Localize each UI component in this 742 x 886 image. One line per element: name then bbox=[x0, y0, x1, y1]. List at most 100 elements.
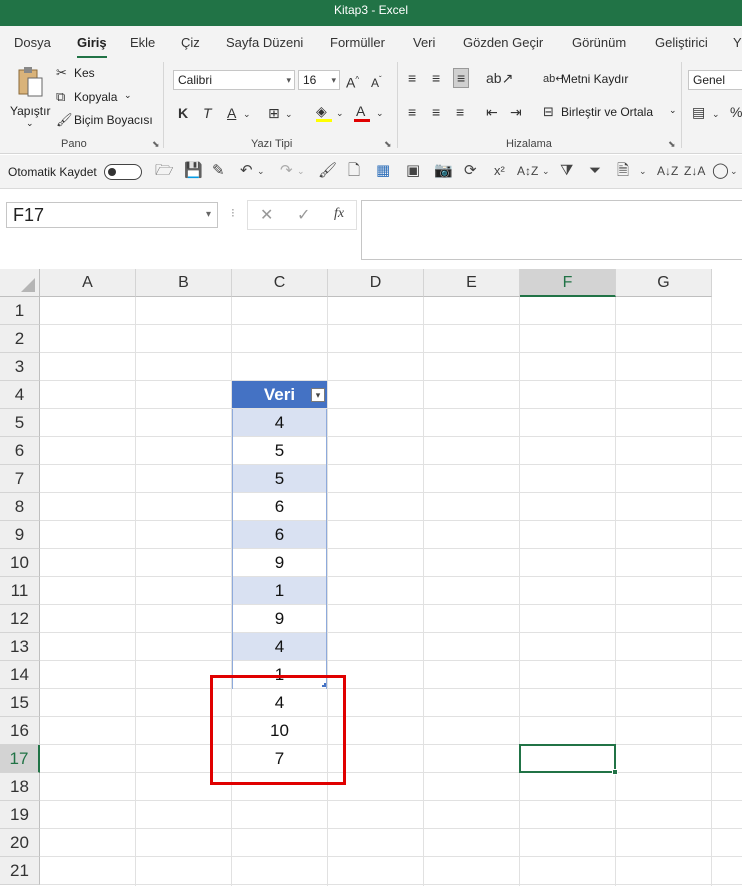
grid-icon[interactable]: ▦ bbox=[376, 163, 390, 179]
tab-gorunum[interactable]: Görünüm bbox=[572, 35, 626, 50]
row-header-19[interactable]: 19 bbox=[0, 801, 40, 829]
sort-descending-icon[interactable]: Z↓A bbox=[684, 163, 705, 179]
sort-ascending-icon[interactable]: A↓Z bbox=[657, 163, 678, 179]
table-data-cell[interactable]: 4 bbox=[232, 633, 327, 660]
save-icon[interactable]: 💾 bbox=[184, 163, 203, 179]
format-painter-button[interactable]: 🖌 Biçim Boyacısı bbox=[56, 112, 156, 130]
row-header-16[interactable]: 16 bbox=[0, 717, 40, 745]
row-header-17[interactable]: 17 bbox=[0, 745, 40, 773]
row-header-14[interactable]: 14 bbox=[0, 661, 40, 689]
dialog-launcher-icon[interactable]: ⬊ bbox=[668, 139, 676, 150]
row-header-2[interactable]: 2 bbox=[0, 325, 40, 353]
tab-sayfa-duzeni[interactable]: Sayfa Düzeni bbox=[226, 35, 303, 50]
tab-veri[interactable]: Veri bbox=[413, 35, 435, 50]
align-center-icon[interactable]: ≡ bbox=[432, 104, 440, 120]
cancel-icon[interactable]: ✕ bbox=[260, 205, 273, 225]
chevron-down-icon[interactable]: ⌄ bbox=[257, 163, 265, 179]
refresh-icon[interactable]: ⟳ bbox=[464, 163, 477, 179]
chevron-down-icon[interactable]: ⌄ bbox=[712, 106, 720, 122]
column-header-d[interactable]: D bbox=[328, 269, 424, 297]
accounting-format-icon[interactable]: ▤ bbox=[692, 104, 705, 120]
table-data-cell[interactable]: 9 bbox=[232, 549, 327, 576]
increase-indent-icon[interactable]: ⇥ bbox=[510, 104, 522, 120]
superscript-icon[interactable]: x² bbox=[494, 163, 505, 179]
table-data-cell[interactable]: 5 bbox=[232, 465, 327, 492]
percent-icon[interactable]: % bbox=[730, 104, 742, 120]
row-header-6[interactable]: 6 bbox=[0, 437, 40, 465]
row-header-1[interactable]: 1 bbox=[0, 297, 40, 325]
table-data-cell[interactable]: 5 bbox=[232, 437, 327, 464]
column-header-g[interactable]: G bbox=[616, 269, 712, 297]
tab-dosya[interactable]: Dosya bbox=[14, 35, 51, 50]
align-left-icon[interactable]: ≡ bbox=[408, 104, 416, 120]
chevron-down-icon[interactable]: ⌄ bbox=[542, 163, 550, 179]
tab-giris[interactable]: Giriş bbox=[77, 35, 107, 59]
row-header-11[interactable]: 11 bbox=[0, 577, 40, 605]
chevron-down-icon[interactable]: ⌄ bbox=[285, 106, 293, 122]
conditional-format-icon[interactable]: 🗎 bbox=[617, 163, 629, 179]
table-data-cell[interactable]: 1 bbox=[232, 577, 327, 604]
redo-icon[interactable]: ↷ bbox=[280, 163, 293, 179]
insert-function-icon[interactable]: fx bbox=[334, 206, 344, 222]
italic-button[interactable]: T bbox=[203, 105, 212, 121]
tab-gozden-gecir[interactable]: Gözden Geçir bbox=[463, 35, 543, 50]
chevron-down-icon[interactable]: ⌄ bbox=[243, 106, 251, 122]
row-header-15[interactable]: 15 bbox=[0, 689, 40, 717]
number-format-select[interactable]: Genel bbox=[688, 70, 742, 90]
column-header-c[interactable]: C bbox=[232, 269, 328, 297]
decrease-indent-icon[interactable]: ⇤ bbox=[486, 104, 498, 120]
select-all-button[interactable] bbox=[0, 269, 40, 297]
merge-center-button[interactable]: ⊟ Birleştir ve Ortala ⌄ bbox=[543, 104, 683, 122]
row-header-8[interactable]: 8 bbox=[0, 493, 40, 521]
align-right-icon[interactable]: ≡ bbox=[456, 104, 464, 120]
edit-icon[interactable]: ✎ bbox=[212, 163, 225, 179]
print-preview-icon[interactable]: 🗋 bbox=[348, 163, 360, 179]
row-header-9[interactable]: 9 bbox=[0, 521, 40, 549]
autosave-toggle[interactable] bbox=[104, 164, 142, 180]
row-header-10[interactable]: 10 bbox=[0, 549, 40, 577]
align-middle-icon[interactable]: ≡ bbox=[432, 70, 440, 86]
font-color-button[interactable]: A ⌄ bbox=[352, 103, 386, 123]
name-box[interactable]: F17 ▾ bbox=[6, 202, 218, 228]
row-header-18[interactable]: 18 bbox=[0, 773, 40, 801]
row-header-20[interactable]: 20 bbox=[0, 829, 40, 857]
table-data-cell[interactable]: 6 bbox=[232, 521, 327, 548]
chevron-down-icon[interactable]: ⌄ bbox=[297, 163, 305, 179]
worksheet-grid[interactable]: ABCDEFG 1 2 3 4 5 6 7 8 9 10 11 12 13 14 15 16 17 18 19 20 2… bbox=[0, 269, 742, 886]
tab-ciz[interactable]: Çiz bbox=[181, 35, 200, 50]
frame-icon[interactable]: ▣ bbox=[406, 163, 420, 179]
copy-button[interactable]: ⧉ Kopyala ⌄ bbox=[56, 89, 140, 107]
shapes-icon[interactable]: ◯ bbox=[712, 163, 729, 179]
filter-dropdown-icon[interactable]: ▾ bbox=[311, 388, 325, 402]
table-header-cell[interactable]: Veri ▾ bbox=[232, 381, 327, 408]
formula-input[interactable] bbox=[361, 200, 742, 260]
undo-icon[interactable]: ↶ bbox=[240, 163, 253, 179]
check-icon[interactable]: ✓ bbox=[297, 205, 310, 225]
underline-button[interactable]: A bbox=[227, 105, 236, 121]
wrap-text-button[interactable]: ab↵ Metni Kaydır bbox=[543, 71, 653, 89]
column-header-a[interactable]: A bbox=[40, 269, 136, 297]
font-name-select[interactable]: Calibri ▾ bbox=[173, 70, 295, 90]
bold-button[interactable]: K bbox=[178, 105, 188, 121]
table-data-cell[interactable]: 9 bbox=[232, 605, 327, 632]
table-data-cell[interactable]: 4 bbox=[232, 409, 327, 436]
fill-handle[interactable] bbox=[612, 769, 618, 775]
paste-button[interactable]: Yapıştır ⌄ bbox=[8, 64, 52, 130]
align-top-icon[interactable]: ≡ bbox=[408, 70, 416, 86]
selected-cell[interactable] bbox=[519, 744, 616, 773]
chevron-down-icon[interactable]: ⌄ bbox=[639, 163, 647, 179]
open-folder-icon[interactable]: 🗁 bbox=[155, 163, 174, 179]
column-header-b[interactable]: B bbox=[136, 269, 232, 297]
row-header-5[interactable]: 5 bbox=[0, 409, 40, 437]
tab-formuller[interactable]: Formüller bbox=[330, 35, 385, 50]
filter-icon[interactable]: ⏷ bbox=[589, 163, 601, 179]
chevron-down-icon[interactable]: ⌄ bbox=[730, 163, 738, 179]
column-header-f[interactable]: F bbox=[520, 269, 616, 297]
fill-color-button[interactable]: ◈ ⌄ bbox=[314, 103, 344, 123]
dialog-launcher-icon[interactable]: ⬊ bbox=[152, 139, 160, 150]
column-header-e[interactable]: E bbox=[424, 269, 520, 297]
sort-icon[interactable]: A↕Z bbox=[517, 163, 538, 179]
row-header-7[interactable]: 7 bbox=[0, 465, 40, 493]
borders-icon[interactable]: ⊞ bbox=[268, 105, 280, 121]
orientation-icon[interactable]: ab↗ bbox=[486, 70, 513, 86]
